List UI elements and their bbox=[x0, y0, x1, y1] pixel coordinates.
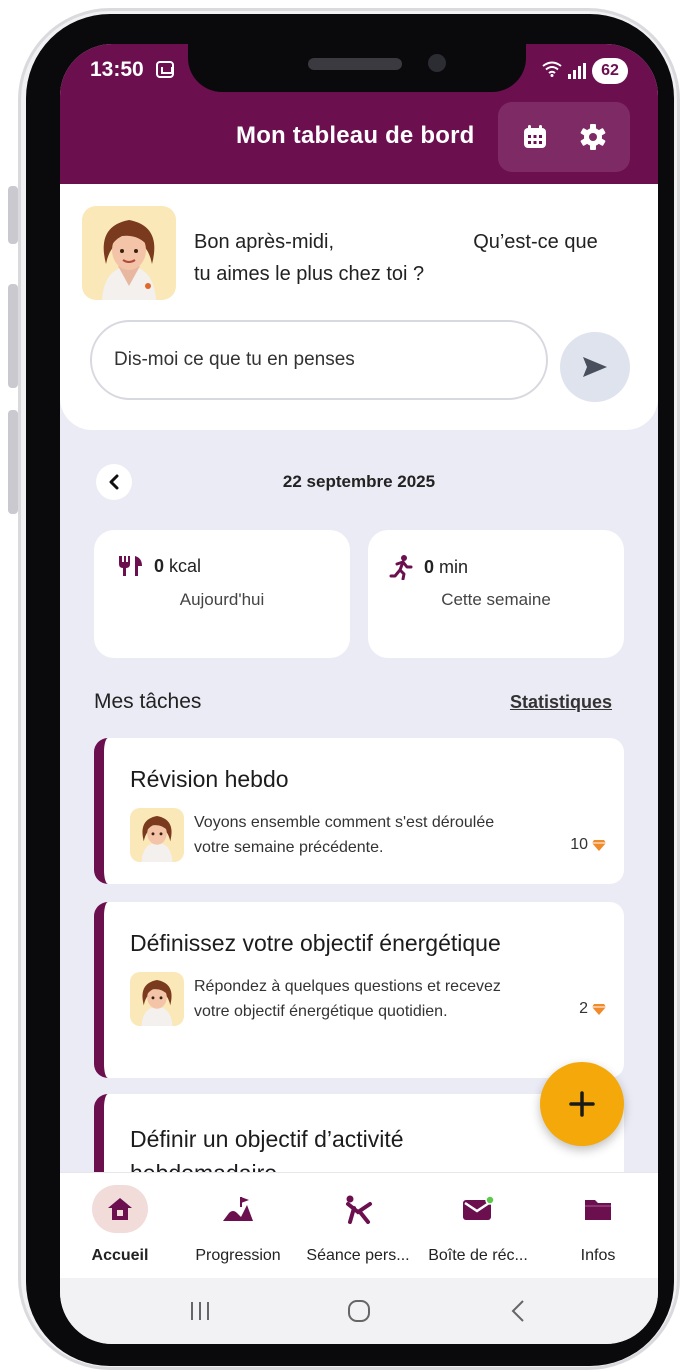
task-description-line2: votre objectif énergétique quotidien. bbox=[194, 1003, 448, 1020]
calories-card[interactable]: 0 kcal Aujourd'hui bbox=[94, 530, 350, 658]
exercise-icon bbox=[330, 1185, 386, 1233]
mail-icon bbox=[450, 1185, 506, 1233]
volume-up-button bbox=[8, 284, 18, 388]
greeting-end: Qu’est-ce que bbox=[473, 231, 598, 253]
nav-item-progression[interactable]: Progression bbox=[178, 1173, 298, 1279]
activity-period: Cette semaine bbox=[441, 590, 551, 609]
task-description-line2: votre semaine précédente. bbox=[194, 839, 384, 856]
greeting-start: Bon après-midi, bbox=[194, 231, 335, 253]
task-coach-avatar bbox=[130, 972, 184, 1026]
nav-label: Boîte de réc... bbox=[428, 1247, 528, 1264]
nav-item-custom-session[interactable]: Séance pers... bbox=[298, 1173, 418, 1279]
activity-unit: min bbox=[439, 556, 469, 577]
calories-value-row: 0 kcal bbox=[116, 554, 201, 578]
nav-item-home[interactable]: Accueil bbox=[60, 1173, 180, 1279]
activity-card[interactable]: 0 min Cette semaine bbox=[368, 530, 624, 658]
task-points-value: 2 bbox=[579, 1000, 588, 1017]
task-title: Définissez votre objectif énergétique bbox=[130, 930, 501, 956]
header-actions bbox=[498, 102, 630, 172]
nav-label: Accueil bbox=[91, 1247, 149, 1264]
date-navigation: 22 septembre 2025 bbox=[60, 464, 658, 504]
wifi-icon bbox=[542, 61, 562, 81]
status-time: 13:50 bbox=[90, 58, 144, 81]
nav-item-infos[interactable]: Infos bbox=[538, 1173, 658, 1279]
page-title: Mon tableau de bord bbox=[236, 122, 475, 149]
gem-icon bbox=[592, 840, 606, 851]
task-title-line1: Définir un objectif d’activité bbox=[130, 1126, 404, 1152]
nav-item-inbox[interactable]: Boîte de réc... bbox=[418, 1173, 538, 1279]
nav-label: Progression bbox=[195, 1247, 281, 1264]
nav-label: Infos bbox=[580, 1247, 616, 1264]
statistics-link[interactable]: Statistiques bbox=[510, 692, 612, 713]
task-card-weekly-review[interactable]: Révision hebdo Voyons ensemble comment s… bbox=[94, 738, 624, 884]
front-camera bbox=[428, 54, 446, 72]
coach-greeting: Bon après-midi, Qu’est-ce que tu aimes l… bbox=[194, 226, 634, 290]
calories-unit: kcal bbox=[169, 555, 202, 576]
chat-input[interactable]: Dis-moi ce que tu en penses bbox=[90, 320, 548, 400]
volume-down-button bbox=[8, 410, 18, 514]
current-date: 22 septembre 2025 bbox=[282, 472, 436, 491]
task-points: 10 bbox=[570, 836, 606, 854]
speaker-grille bbox=[308, 58, 402, 70]
calories-value: 0 bbox=[154, 555, 165, 576]
side-button bbox=[8, 186, 18, 244]
calories-period: Aujourd'hui bbox=[179, 590, 265, 609]
nav-label: Séance pers... bbox=[306, 1247, 410, 1264]
home-icon bbox=[92, 1185, 148, 1233]
app-screen: 13:50 62 Mon tableau de bord Bon après-m… bbox=[60, 44, 658, 1344]
chat-input-placeholder: Dis-moi ce que tu en penses bbox=[114, 349, 355, 370]
add-fab-button[interactable] bbox=[540, 1062, 624, 1146]
gem-icon bbox=[592, 1004, 606, 1015]
screen-record-icon bbox=[156, 61, 174, 78]
task-description: Voyons ensemble comment s'est déroulée v… bbox=[194, 810, 554, 860]
task-points: 2 bbox=[579, 1000, 606, 1018]
tasks-heading: Mes tâches bbox=[94, 690, 202, 713]
task-description-line1: Voyons ensemble comment s'est déroulée bbox=[194, 814, 495, 831]
task-points-value: 10 bbox=[570, 836, 588, 853]
running-icon bbox=[389, 555, 413, 580]
task-title: Révision hebdo bbox=[130, 766, 289, 792]
calendar-icon[interactable] bbox=[512, 114, 558, 160]
activity-value-row: 0 min bbox=[388, 554, 468, 580]
coach-avatar bbox=[82, 206, 176, 300]
task-description: Répondez à quelques questions et recevez… bbox=[194, 974, 554, 1024]
progress-icon bbox=[210, 1185, 266, 1233]
activity-value: 0 bbox=[424, 556, 435, 577]
send-button[interactable] bbox=[560, 332, 630, 402]
task-card-energy-goal[interactable]: Définissez votre objectif énergétique Ré… bbox=[94, 902, 624, 1078]
back-icon[interactable] bbox=[498, 1291, 538, 1331]
system-navigation-bar bbox=[60, 1278, 658, 1344]
task-description-line1: Répondez à quelques questions et recevez bbox=[194, 978, 501, 995]
send-icon bbox=[583, 357, 607, 377]
signal-icon bbox=[568, 63, 586, 79]
fork-knife-icon bbox=[119, 556, 142, 576]
gear-icon[interactable] bbox=[570, 114, 616, 160]
home-circle-icon[interactable] bbox=[339, 1291, 379, 1331]
status-indicators: 62 bbox=[542, 58, 628, 84]
task-coach-avatar bbox=[130, 808, 184, 862]
greeting-question: tu aimes le plus chez toi ? bbox=[194, 263, 425, 285]
plus-icon bbox=[569, 1091, 595, 1117]
recents-icon[interactable] bbox=[180, 1291, 220, 1331]
battery-indicator: 62 bbox=[592, 58, 628, 84]
folder-icon bbox=[570, 1185, 626, 1233]
redacted-name bbox=[339, 232, 468, 253]
bottom-navigation: Accueil Progression Séance pers... Boîte… bbox=[60, 1172, 658, 1278]
